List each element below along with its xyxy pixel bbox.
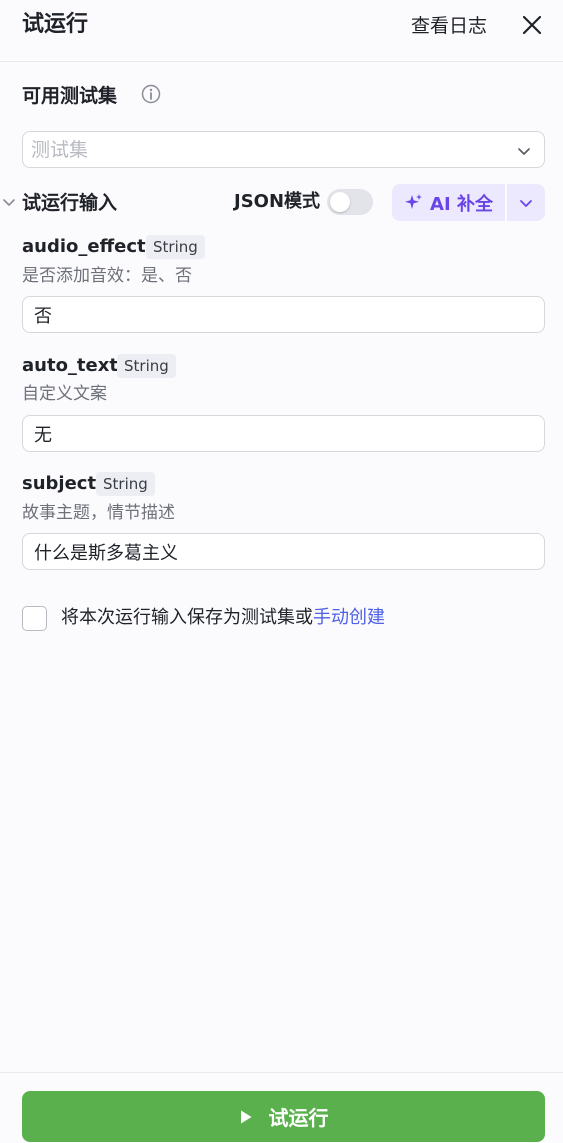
- save-testset-text: 将本次运行输入保存为测试集或: [61, 607, 313, 628]
- close-icon: [522, 15, 542, 35]
- run-input-title: 试运行输入: [22, 192, 118, 214]
- info-icon[interactable]: [141, 84, 161, 104]
- save-testset-label: 将本次运行输入保存为测试集或手动创建: [61, 605, 385, 631]
- collapse-chevron-icon[interactable]: [2, 196, 16, 210]
- panel-title: 试运行: [22, 12, 89, 37]
- save-testset-checkbox[interactable]: [22, 606, 47, 631]
- type-badge: String: [96, 472, 155, 496]
- json-mode-label: JSON模式: [234, 191, 321, 212]
- panel-header: 试运行 查看日志: [0, 0, 563, 62]
- run-button-label: 试运行: [268, 1106, 329, 1130]
- toggle-knob: [330, 192, 350, 212]
- type-badge: String: [117, 354, 176, 378]
- view-log-link[interactable]: 查看日志: [411, 12, 487, 40]
- field-name-audio-effect: audio_effect: [22, 236, 146, 257]
- field-description: 故事主题，情节描述: [22, 503, 175, 523]
- audio-effect-input[interactable]: [22, 296, 545, 333]
- field-name-auto-text: auto_text: [22, 355, 118, 376]
- auto-text-input[interactable]: [22, 415, 545, 452]
- type-badge: String: [146, 235, 205, 259]
- run-button[interactable]: 试运行: [22, 1091, 545, 1142]
- chevron-down-icon: [520, 199, 532, 207]
- chevron-down-icon: [518, 148, 530, 155]
- ai-complete-dropdown[interactable]: [507, 184, 545, 221]
- close-button[interactable]: [519, 12, 545, 38]
- manual-create-link[interactable]: 手动创建: [313, 607, 385, 628]
- test-run-panel: 试运行 查看日志 可用测试集 测试集 试运行输入 JSON模式 AI 补全 au…: [0, 0, 563, 1143]
- field-description: 是否添加音效：是、否: [22, 266, 192, 286]
- json-mode-toggle[interactable]: [327, 189, 373, 215]
- testset-select[interactable]: 测试集: [22, 131, 545, 168]
- field-description: 自定义文案: [22, 384, 107, 404]
- field-name-subject: subject: [22, 473, 97, 494]
- ai-complete-button[interactable]: AI 补全: [392, 184, 505, 221]
- sparkle-icon: [405, 193, 423, 209]
- testset-placeholder: 测试集: [31, 139, 89, 161]
- subject-input[interactable]: [22, 533, 545, 570]
- testset-label: 可用测试集: [22, 85, 118, 107]
- play-icon: [240, 1110, 251, 1123]
- ai-complete-label: AI 补全: [430, 193, 493, 215]
